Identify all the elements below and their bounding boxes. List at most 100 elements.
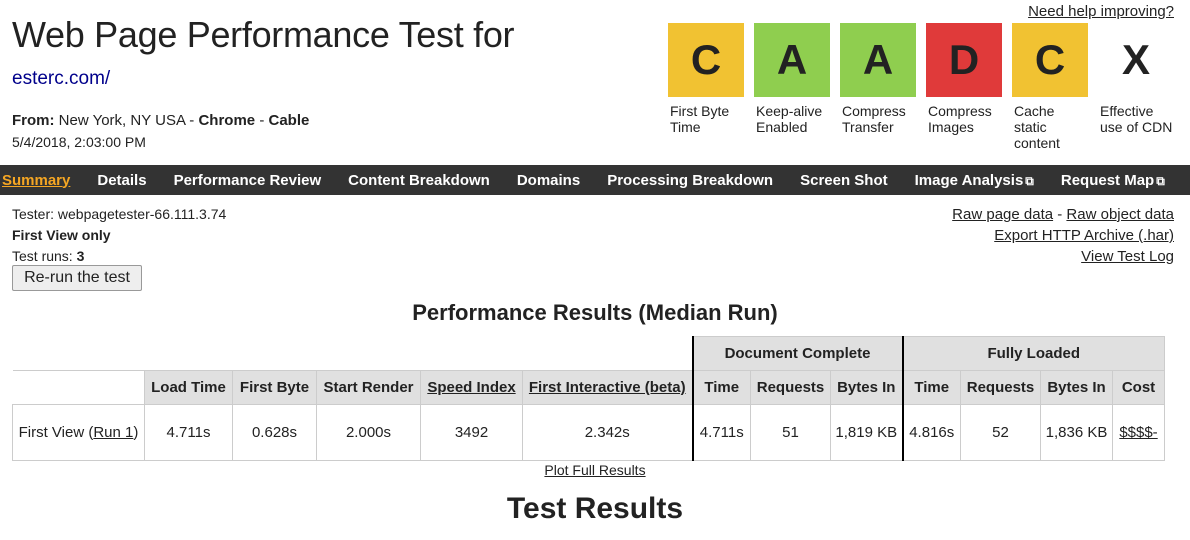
cell-doc-requests: 51	[750, 404, 831, 461]
results-nav-bar: Summary Details Performance Review Conte…	[0, 165, 1190, 195]
grade-box[interactable]: A	[754, 23, 830, 97]
grade-panel: C First Byte Time A Keep-alive Enabled A…	[668, 23, 1184, 151]
grade-label: Keep-alive Enabled	[756, 103, 823, 135]
grade-cache-static[interactable]: C Cache static content	[1012, 23, 1088, 151]
header-start-render: Start Render	[316, 370, 421, 405]
header-doc-bytes: Bytes In	[830, 370, 903, 405]
test-results-heading: Test Results	[506, 492, 684, 525]
rerun-test-button[interactable]: Re-run the test	[12, 265, 142, 291]
row-label-first-view: First View (Run 1)	[12, 404, 145, 461]
grade-cdn[interactable]: X Effective use of CDN	[1098, 23, 1174, 151]
header-first-interactive[interactable]: First Interactive (beta)	[522, 370, 693, 405]
raw-page-data-link[interactable]: Raw page data	[952, 206, 1053, 223]
view-mode: First View only	[12, 225, 226, 246]
grade-label: Compress Transfer	[842, 103, 906, 135]
test-runs: Test runs: 3	[12, 246, 226, 267]
raw-object-data-link[interactable]: Raw object data	[1066, 206, 1174, 223]
runs-label: Test runs:	[12, 248, 73, 264]
row-label-text: )	[133, 423, 139, 441]
view-test-log-link[interactable]: View Test Log	[1081, 248, 1174, 265]
header-spacer	[12, 336, 693, 371]
cell-speed-index: 3492	[420, 404, 523, 461]
cell-full-bytes: 1,836 KB	[1040, 404, 1113, 461]
grade-box[interactable]: C	[668, 23, 744, 97]
from-label: From:	[12, 112, 55, 129]
header-first-byte: First Byte	[232, 370, 317, 405]
grade-keep-alive[interactable]: A Keep-alive Enabled	[754, 23, 830, 151]
plot-full-results-link[interactable]: Plot Full Results	[544, 462, 645, 478]
row-label-text: First View (	[18, 423, 94, 441]
export-row: Export HTTP Archive (.har)	[952, 225, 1174, 246]
header-fully-loaded: Fully Loaded	[901, 336, 1165, 371]
help-improving-link[interactable]: Need help improving?	[1028, 3, 1174, 20]
header-full-requests: Requests	[960, 370, 1041, 405]
tab-label: Request Map	[1060, 171, 1155, 189]
grade-first-byte[interactable]: C First Byte Time	[668, 23, 744, 151]
grade-label: First Byte Time	[670, 103, 730, 135]
grade-compress-images[interactable]: D Compress Images	[926, 23, 1002, 151]
grade-label: Compress Images	[928, 103, 992, 135]
plot-full-results-row: Plot Full Results	[0, 462, 1190, 478]
connection-text: Cable	[268, 112, 310, 129]
header-speed-index[interactable]: Speed Index	[420, 370, 523, 405]
tab-content-breakdown[interactable]: Content Breakdown	[335, 172, 504, 189]
cell-start-render: 2.000s	[316, 404, 421, 461]
header-full-time: Time	[901, 370, 961, 405]
header-document-complete: Document Complete	[691, 336, 903, 371]
tab-screen-shot[interactable]: Screen Shot	[787, 172, 902, 189]
header-cost: Cost	[1112, 370, 1165, 405]
test-date: 5/4/2018, 2:03:00 PM	[12, 134, 146, 150]
header-load-time: Load Time	[144, 370, 233, 405]
separator: -	[189, 112, 195, 129]
cell-full-requests: 52	[960, 404, 1041, 461]
grade-label: Cache static content	[1014, 103, 1060, 151]
tab-processing-breakdown[interactable]: Processing Breakdown	[594, 172, 787, 189]
tester-info: Tester: webpagetester-66.111.3.74 First …	[12, 204, 226, 267]
grade-label: Effective use of CDN	[1100, 103, 1173, 135]
location-text: New York, NY USA	[58, 112, 186, 129]
grade-box[interactable]: D	[926, 23, 1002, 97]
cell-full-time: 4.816s	[901, 404, 961, 461]
tab-summary[interactable]: Summary	[0, 172, 84, 189]
grade-box[interactable]: X	[1098, 23, 1174, 97]
first-interactive-link[interactable]: First Interactive (beta)	[529, 379, 686, 396]
cell-first-byte: 0.628s	[232, 404, 317, 461]
tester-name: Tester: webpagetester-66.111.3.74	[12, 206, 227, 222]
separator: -	[1057, 206, 1063, 223]
header-doc-requests: Requests	[750, 370, 831, 405]
tab-details[interactable]: Details	[84, 172, 160, 189]
header-full-bytes: Bytes In	[1040, 370, 1113, 405]
tab-performance-review[interactable]: Performance Review	[160, 172, 335, 189]
export-har-link[interactable]: Export HTTP Archive (.har)	[994, 227, 1174, 244]
test-location-line: From: New York, NY USA - Chrome - Cable	[12, 112, 309, 129]
external-link-icon: ⧉	[1156, 173, 1165, 188]
cell-doc-bytes: 1,819 KB	[830, 404, 903, 461]
tab-request-map[interactable]: Request Map ⧉	[1047, 172, 1178, 189]
performance-results-title: Performance Results (Median Run)	[412, 300, 778, 325]
cell-first-interactive: 2.342s	[522, 404, 693, 461]
cell-load-time: 4.711s	[144, 404, 233, 461]
tab-image-analysis[interactable]: Image Analysis ⧉	[901, 172, 1047, 189]
table-header-row: Load Time First Byte Start Render Speed …	[12, 370, 1165, 405]
separator: -	[259, 112, 265, 129]
table-row: First View (Run 1) 4.711s 0.628s 2.000s …	[12, 404, 1165, 461]
grade-box[interactable]: A	[840, 23, 916, 97]
speed-index-link[interactable]: Speed Index	[427, 379, 515, 396]
grade-box[interactable]: C	[1012, 23, 1088, 97]
table-group-header-row: Document Complete Fully Loaded	[12, 336, 1165, 371]
view-mode-text: First View only	[12, 227, 111, 243]
raw-data-row: Raw page data - Raw object data	[952, 204, 1174, 225]
run-1-link[interactable]: Run 1	[93, 424, 133, 441]
external-link-icon: ⧉	[1025, 173, 1034, 188]
performance-results-table: Document Complete Fully Loaded Load Time…	[12, 336, 1165, 461]
header-doc-time: Time	[691, 370, 751, 405]
tested-url-link[interactable]: esterc.com/	[12, 68, 110, 90]
cost-link[interactable]: $$$$-	[1119, 424, 1157, 441]
tab-label: Image Analysis	[914, 171, 1024, 189]
runs-value: 3	[76, 248, 85, 264]
tab-domains[interactable]: Domains	[503, 172, 593, 189]
cell-cost[interactable]: $$$$-	[1112, 404, 1165, 461]
browser-text: Chrome	[198, 112, 256, 129]
grade-compress-transfer[interactable]: A Compress Transfer	[840, 23, 916, 151]
raw-data-links: Raw page data - Raw object data Export H…	[952, 204, 1174, 267]
